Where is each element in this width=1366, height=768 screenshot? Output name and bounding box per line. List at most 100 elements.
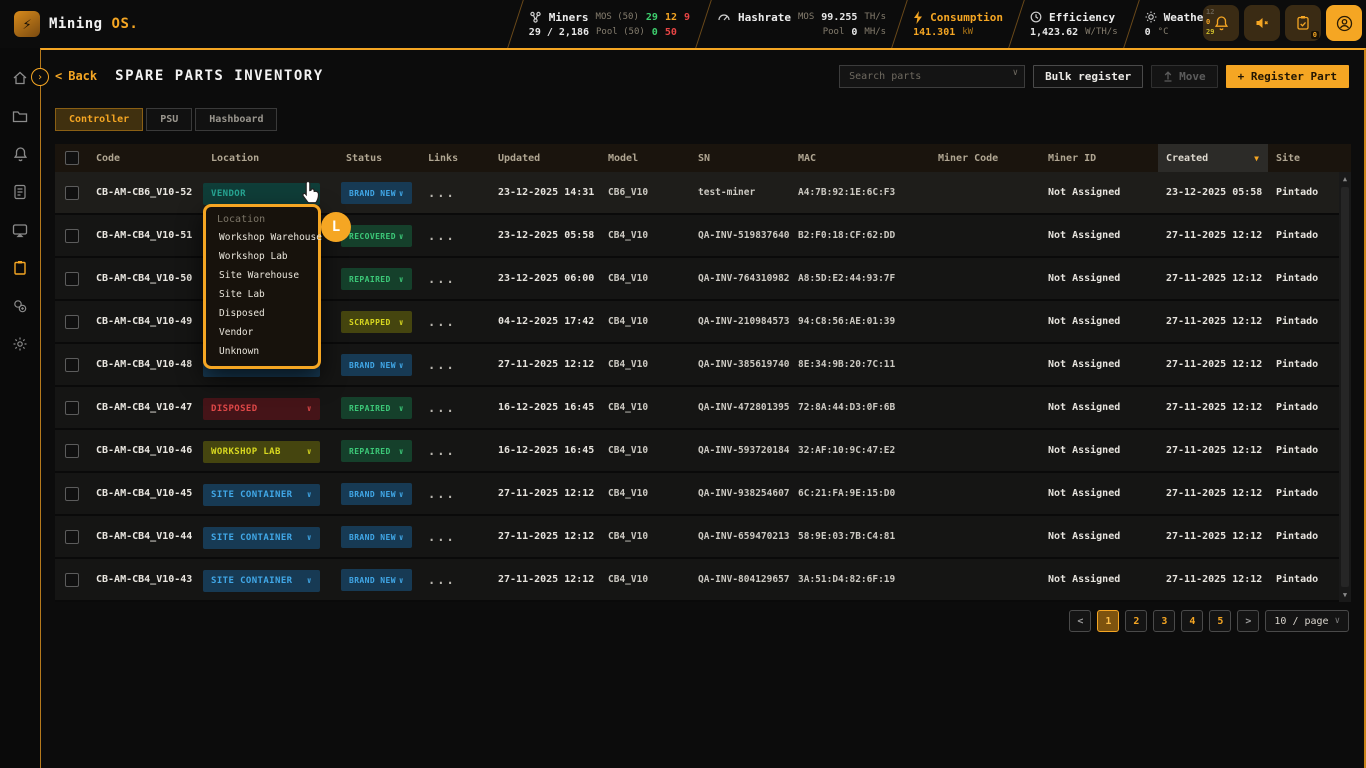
page-size-select[interactable]: 10 / page∨ [1265, 610, 1349, 632]
dropdown-option-unknown[interactable]: Unknown [206, 342, 318, 361]
column-header-miner-code[interactable]: Miner Code [930, 153, 1040, 164]
dropdown-option-vendor[interactable]: Vendor [206, 323, 318, 342]
consumption-label: Consumption [930, 11, 1003, 24]
dropdown-option-site-lab[interactable]: Site Lab [206, 285, 318, 304]
pagination-page-3[interactable]: 3 [1153, 610, 1175, 632]
row-checkbox[interactable] [65, 229, 79, 243]
column-header-status[interactable]: Status [338, 153, 420, 164]
sidebar-item-monitor[interactable] [6, 216, 34, 244]
column-header-created[interactable]: Created ▼ [1158, 144, 1268, 172]
row-checkbox[interactable] [65, 444, 79, 458]
notifications-button[interactable]: 12 0 29 [1203, 5, 1239, 41]
links-menu[interactable]: ... [420, 229, 490, 243]
column-header-location[interactable]: Location [203, 153, 338, 164]
status-select[interactable]: RECOVERED∨ [341, 225, 412, 247]
bell-icon [13, 146, 28, 162]
pagination-prev-button[interactable]: < [1069, 610, 1091, 632]
dropdown-option-disposed[interactable]: Disposed [206, 304, 318, 323]
row-checkbox[interactable] [65, 530, 79, 544]
register-part-button[interactable]: + Register Part [1226, 65, 1349, 88]
links-menu[interactable]: ... [420, 358, 490, 372]
column-header-code[interactable]: Code [88, 153, 203, 164]
tab-hashboard[interactable]: Hashboard [195, 108, 277, 131]
status-select[interactable]: BRAND NEW∨ [341, 182, 412, 204]
back-button[interactable]: < Back [55, 69, 97, 83]
status-select[interactable]: REPAIRED∨ [341, 268, 412, 290]
table-row[interactable]: CB-AM-CB4_V10-46WORKSHOP LAB∨REPAIRED∨..… [55, 430, 1351, 473]
row-checkbox[interactable] [65, 401, 79, 415]
status-select[interactable]: REPAIRED∨ [341, 440, 412, 462]
select-all-checkbox[interactable] [65, 151, 79, 165]
column-header-site[interactable]: Site [1268, 153, 1339, 164]
links-menu[interactable]: ... [420, 573, 490, 587]
search-input[interactable] [839, 65, 1025, 88]
row-checkbox[interactable] [65, 573, 79, 587]
column-header-model[interactable]: Model [600, 153, 690, 164]
links-menu[interactable]: ... [420, 487, 490, 501]
scrollbar-thumb[interactable] [1341, 187, 1349, 587]
tab-controller[interactable]: Controller [55, 108, 143, 131]
scroll-down-icon[interactable]: ▼ [1343, 588, 1347, 602]
location-select[interactable]: WORKSHOP LAB∨ [203, 441, 320, 463]
sidebar-item-home[interactable] [6, 64, 34, 92]
row-checkbox[interactable] [65, 358, 79, 372]
column-header-sn[interactable]: SN [690, 153, 790, 164]
row-checkbox[interactable] [65, 272, 79, 286]
links-menu[interactable]: ... [420, 315, 490, 329]
column-header-updated[interactable]: Updated [490, 153, 600, 164]
bell-icon [1214, 15, 1229, 31]
sidebar-item-inventory[interactable] [6, 254, 34, 282]
links-menu[interactable]: ... [420, 530, 490, 544]
links-menu[interactable]: ... [420, 272, 490, 286]
status-select[interactable]: REPAIRED∨ [341, 397, 412, 419]
links-menu[interactable]: ... [420, 186, 490, 200]
sidebar-item-settings[interactable] [6, 330, 34, 358]
pagination-page-5[interactable]: 5 [1209, 610, 1231, 632]
sidebar-item-reports[interactable] [6, 178, 34, 206]
tab-psu[interactable]: PSU [146, 108, 192, 131]
table-scrollbar[interactable]: ▲ ▼ [1339, 172, 1351, 602]
dropdown-option-workshop-lab[interactable]: Workshop Lab [206, 247, 318, 266]
sidebar-item-tools[interactable] [6, 292, 34, 320]
row-checkbox[interactable] [65, 487, 79, 501]
sidebar-item-notifications[interactable] [6, 140, 34, 168]
links-menu[interactable]: ... [420, 444, 490, 458]
location-select[interactable]: SITE CONTAINER∨ [203, 570, 320, 592]
created-cell: 27-11-2025 12:12 [1158, 230, 1268, 241]
pagination-page-2[interactable]: 2 [1125, 610, 1147, 632]
dropdown-option-site-warehouse[interactable]: Site Warehouse [206, 266, 318, 285]
status-select[interactable]: BRAND NEW∨ [341, 569, 412, 591]
pagination-page-1[interactable]: 1 [1097, 610, 1119, 632]
move-button[interactable]: Move [1151, 65, 1218, 88]
sidebar-expand-button[interactable]: › [31, 68, 49, 86]
row-checkbox[interactable] [65, 315, 79, 329]
status-select[interactable]: BRAND NEW∨ [341, 526, 412, 548]
bulk-register-button[interactable]: Bulk register [1033, 65, 1143, 88]
location-select[interactable]: SITE CONTAINER∨ [203, 527, 320, 549]
links-menu[interactable]: ... [420, 401, 490, 415]
account-button[interactable] [1326, 5, 1362, 41]
row-checkbox[interactable] [65, 186, 79, 200]
status-select[interactable]: BRAND NEW∨ [341, 483, 412, 505]
scroll-up-icon[interactable]: ▲ [1343, 172, 1347, 186]
column-header-miner-id[interactable]: Miner ID [1040, 153, 1158, 164]
location-select[interactable]: DISPOSED∨ [203, 398, 320, 420]
location-select[interactable]: SITE CONTAINER∨ [203, 484, 320, 506]
status-select[interactable]: BRAND NEW∨ [341, 354, 412, 376]
sn-cell: QA-INV-8041296573 [690, 574, 790, 585]
pagination-next-button[interactable]: > [1237, 610, 1259, 632]
hashrate-icon [717, 11, 731, 23]
pagination-page-4[interactable]: 4 [1181, 610, 1203, 632]
mute-button[interactable] [1244, 5, 1280, 41]
table-row[interactable]: CB-AM-CB4_V10-43SITE CONTAINER∨BRAND NEW… [55, 559, 1351, 602]
column-header-mac[interactable]: MAC [790, 153, 930, 164]
status-select[interactable]: SCRAPPED∨ [341, 311, 412, 333]
table-row[interactable]: CB-AM-CB4_V10-47DISPOSED∨REPAIRED∨...16-… [55, 387, 1351, 430]
tasks-button[interactable]: 0 [1285, 5, 1321, 41]
created-cell: 23-12-2025 05:58 [1158, 187, 1268, 198]
sidebar-item-folder[interactable] [6, 102, 34, 130]
column-header-links[interactable]: Links [420, 153, 490, 164]
dropdown-option-workshop-warehouse[interactable]: Workshop Warehouse [206, 228, 318, 247]
table-row[interactable]: CB-AM-CB4_V10-44SITE CONTAINER∨BRAND NEW… [55, 516, 1351, 559]
table-row[interactable]: CB-AM-CB4_V10-45SITE CONTAINER∨BRAND NEW… [55, 473, 1351, 516]
